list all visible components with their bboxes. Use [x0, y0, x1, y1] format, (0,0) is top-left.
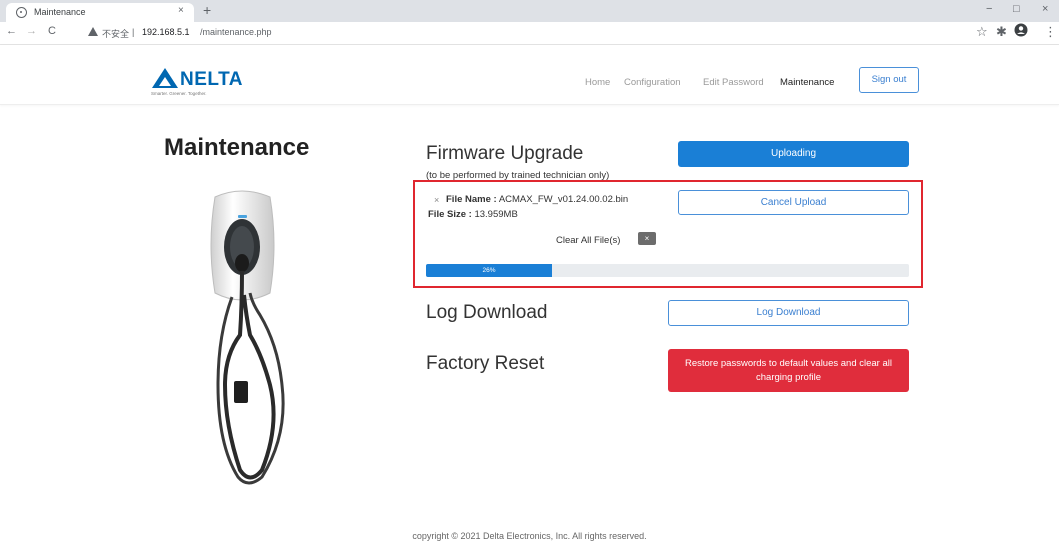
- file-name-label: File Name :: [446, 194, 497, 205]
- clear-files-icon[interactable]: ×: [638, 232, 656, 245]
- maximize-icon[interactable]: □: [1013, 3, 1020, 15]
- url-host: 192.168.5.1: [142, 27, 190, 37]
- close-window-icon[interactable]: ×: [1042, 3, 1048, 15]
- log-download-button[interactable]: Log Download: [668, 300, 909, 326]
- profile-icon[interactable]: [1014, 23, 1028, 40]
- bookmark-star-icon[interactable]: ☆: [976, 24, 988, 40]
- tab-title: Maintenance: [34, 7, 86, 17]
- cancel-upload-button[interactable]: Cancel Upload: [678, 190, 909, 215]
- new-tab-icon[interactable]: +: [203, 2, 211, 18]
- minimize-icon[interactable]: −: [986, 3, 992, 15]
- url-path: /maintenance.php: [200, 27, 272, 37]
- not-secure-label: 不安全: [102, 29, 130, 39]
- logo-text: NELTA: [180, 69, 244, 90]
- upload-progress-bar: 26%: [426, 264, 909, 277]
- reload-icon[interactable]: C: [48, 25, 56, 37]
- clear-all-files-label[interactable]: Clear All File(s): [556, 235, 620, 246]
- copyright-footer: copyright © 2021 Delta Electronics, Inc.…: [412, 531, 647, 541]
- delta-logo[interactable]: NELTA Smarter. Greener. Together.: [150, 66, 260, 98]
- nav-maintenance[interactable]: Maintenance: [780, 77, 834, 88]
- file-size-label: File Size :: [428, 209, 472, 220]
- sign-out-button[interactable]: Sign out: [859, 67, 919, 93]
- globe-icon: [16, 7, 27, 18]
- forward-icon[interactable]: →: [26, 25, 37, 37]
- page-title: Maintenance: [164, 134, 310, 161]
- tab-close-icon[interactable]: ×: [178, 5, 184, 16]
- file-name-row: File Name : ACMAX_FW_v01.24.00.02.bin: [446, 194, 628, 205]
- file-name-value: ACMAX_FW_v01.24.00.02.bin: [498, 194, 629, 205]
- file-size-row: File Size : 13.959MB: [428, 209, 518, 220]
- back-icon[interactable]: ←: [6, 25, 17, 37]
- nav-home[interactable]: Home: [585, 77, 610, 88]
- remove-file-icon[interactable]: ×: [434, 195, 439, 205]
- factory-reset-button[interactable]: Restore passwords to default values and …: [668, 349, 909, 392]
- extensions-icon[interactable]: ✱: [996, 24, 1007, 40]
- logo-triangle-inner: [159, 77, 171, 86]
- upload-progress-label: 26%: [482, 267, 496, 274]
- log-download-title: Log Download: [426, 302, 548, 323]
- uploading-button[interactable]: Uploading: [678, 141, 909, 167]
- separator: |: [132, 27, 135, 37]
- factory-reset-title: Factory Reset: [426, 353, 545, 374]
- warning-icon: [88, 27, 98, 36]
- browser-toolbar: ← → C 不安全 | 192.168.5.1 /maintenance.php…: [0, 22, 1059, 45]
- nav-edit-password[interactable]: Edit Password: [703, 77, 764, 88]
- nav-configuration[interactable]: Configuration: [624, 77, 681, 88]
- logo-tagline: Smarter. Greener. Together.: [151, 91, 207, 96]
- menu-icon[interactable]: ⋮: [1044, 24, 1057, 40]
- file-size-value: 13.959MB: [474, 209, 518, 220]
- address-bar[interactable]: 不安全 | 192.168.5.1 /maintenance.php: [84, 24, 964, 42]
- ev-charger-image: [170, 185, 320, 495]
- firmware-upgrade-title: Firmware Upgrade: [426, 143, 584, 164]
- browser-tab-bar: Maintenance × + − □ ×: [0, 0, 1059, 22]
- browser-tab[interactable]: Maintenance ×: [6, 3, 194, 22]
